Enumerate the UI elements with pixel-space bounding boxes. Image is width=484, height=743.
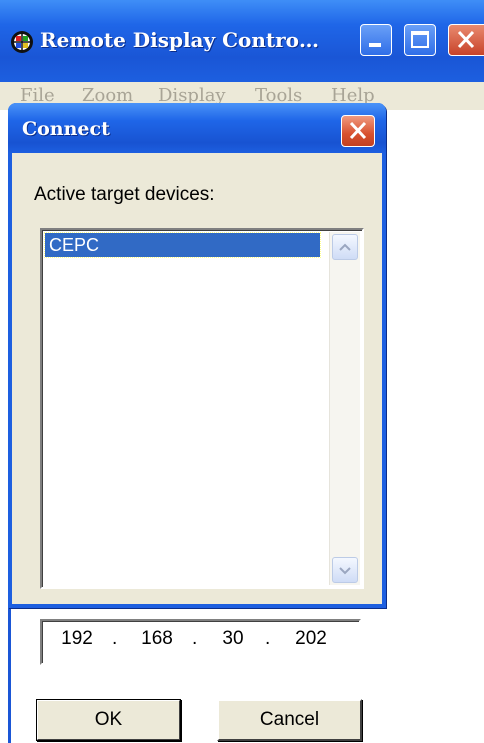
list-scrollbar[interactable] (329, 232, 360, 585)
scroll-up-button[interactable] (332, 234, 358, 260)
display-controller-icon (11, 31, 33, 53)
main-title-bar[interactable]: Remote Display Contro… (0, 0, 484, 82)
minimize-button[interactable] (360, 24, 392, 56)
ip-octet-2[interactable]: 168 (132, 628, 182, 650)
chevron-down-icon (339, 567, 351, 575)
dialog-title-bar[interactable]: Connect (8, 103, 386, 153)
cancel-button-label: Cancel (259, 709, 320, 730)
ip-separator: . (112, 628, 118, 649)
close-icon (349, 121, 367, 140)
window-close-button[interactable] (448, 24, 484, 56)
maximize-button[interactable] (404, 24, 436, 56)
ip-separator: . (265, 628, 271, 649)
window-title: Remote Display Contro… (40, 28, 320, 52)
cancel-button[interactable]: Cancel (217, 699, 362, 741)
ip-octet-3[interactable]: 30 (208, 628, 258, 650)
ok-button[interactable]: OK (36, 699, 181, 741)
scroll-down-button[interactable] (332, 557, 358, 583)
ip-octet-1[interactable]: 192 (52, 628, 102, 650)
ip-octet-4[interactable]: 202 (286, 628, 336, 650)
device-list-item[interactable]: CEPC (44, 232, 321, 258)
ok-button-label: OK (94, 709, 123, 730)
dialog-close-button[interactable] (341, 115, 375, 147)
dialog-title: Connect (22, 118, 110, 140)
minimize-icon (369, 43, 381, 47)
ip-address-field[interactable]: 192 . 168 . 30 . 202 (40, 619, 361, 665)
chevron-up-icon (339, 243, 351, 251)
active-devices-label: Active target devices: (34, 184, 215, 205)
device-list[interactable]: CEPC (40, 228, 364, 589)
ip-separator: . (192, 628, 198, 649)
close-icon (457, 30, 475, 49)
connect-dialog: Connect Active target devices: CEPC 192 … (8, 103, 386, 741)
maximize-icon (411, 31, 429, 48)
